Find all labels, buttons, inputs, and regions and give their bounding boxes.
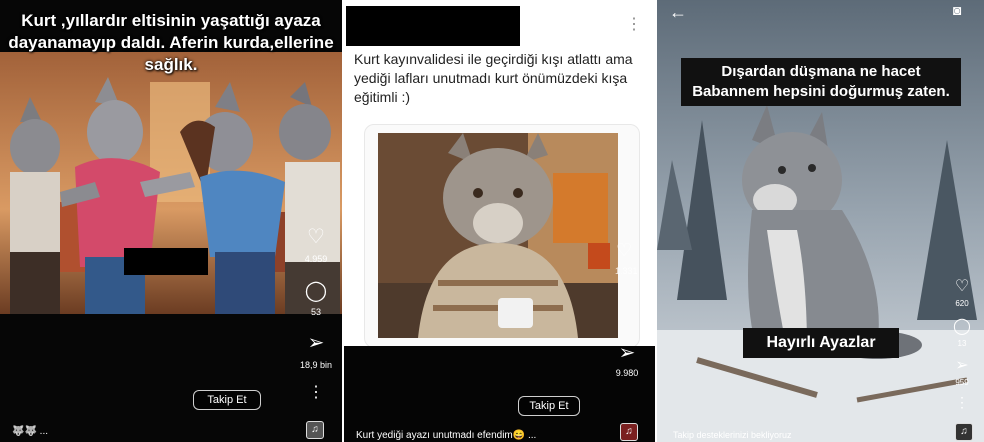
music-icon[interactable]: ♫ bbox=[306, 421, 324, 439]
more-vertical-icon[interactable]: ⋮ bbox=[626, 14, 642, 34]
tweet-image-wolf-blanket bbox=[378, 133, 618, 338]
more-icon[interactable]: ⋮ bbox=[947, 394, 977, 411]
redacted-box bbox=[124, 248, 208, 275]
follow-button[interactable]: Takip Et bbox=[193, 390, 261, 410]
top-caption-line-2: Babannem hepsini doğurmuş zaten. bbox=[692, 83, 950, 100]
comment-icon[interactable]: ◯ bbox=[947, 316, 977, 336]
send-icon[interactable]: ➢ bbox=[947, 355, 977, 375]
heart-icon[interactable]: ♡ bbox=[947, 276, 977, 296]
reel-description: Takip desteklerinizi bekliyoruz bbox=[673, 430, 792, 440]
comment-count: 13 bbox=[957, 339, 967, 348]
bottom-caption-box: Hayırlı Ayazlar bbox=[743, 328, 899, 358]
like-count: 1.331 bbox=[615, 266, 638, 276]
share-count: 959 bbox=[955, 378, 969, 387]
tweet-text: Kurt kayınvalidesi ile geçirdiği kışı at… bbox=[354, 51, 633, 105]
reel-panel-2: ⋮ Kurt kayınvalidesi ile geçirdiği kışı … bbox=[344, 0, 655, 442]
follow-button[interactable]: Takip Et bbox=[518, 396, 580, 416]
share-count: 18,9 bin bbox=[299, 360, 333, 370]
top-caption-box: Dışardan düşmana ne hacet Babannem hepsi… bbox=[681, 58, 961, 106]
like-count: 4.959 bbox=[304, 254, 328, 264]
top-caption-line-1: Dışardan düşmana ne hacet bbox=[721, 63, 921, 80]
reel-panel-1: Kurt ,yıllardır eltisinin yaşattığı ayaz… bbox=[0, 0, 342, 442]
camera-icon[interactable]: ◙ bbox=[953, 2, 961, 18]
music-icon[interactable]: ♫ bbox=[620, 423, 638, 441]
back-arrow-icon[interactable]: ← bbox=[669, 2, 687, 23]
music-icon[interactable]: ♫ bbox=[955, 423, 973, 441]
reel-caption: Kurt ,yıllardır eltisinin yaşattığı ayaz… bbox=[8, 11, 334, 74]
heart-icon[interactable]: ♡ bbox=[616, 240, 632, 261]
redacted-header bbox=[346, 6, 520, 46]
heart-icon[interactable]: ♡ bbox=[301, 224, 331, 249]
more-icon[interactable]: ⋮ bbox=[301, 382, 331, 402]
comment-icon[interactable]: ◯ bbox=[301, 278, 331, 303]
send-icon[interactable]: ➢ bbox=[301, 330, 331, 355]
reel-description: 🐺🐺 ... bbox=[12, 426, 49, 437]
reel-panel-3: ← ◙ Dışardan düşmana ne hacet Babannem h… bbox=[657, 0, 984, 442]
send-icon[interactable]: ➢ bbox=[612, 340, 642, 365]
like-count: 620 bbox=[955, 299, 969, 308]
reel-description: Kurt yediği ayazı unutmadı efendim😄 ... bbox=[356, 430, 537, 441]
video-black-bar bbox=[344, 346, 655, 442]
comment-count: 53 bbox=[310, 307, 321, 317]
share-count: 9.980 bbox=[615, 368, 639, 378]
